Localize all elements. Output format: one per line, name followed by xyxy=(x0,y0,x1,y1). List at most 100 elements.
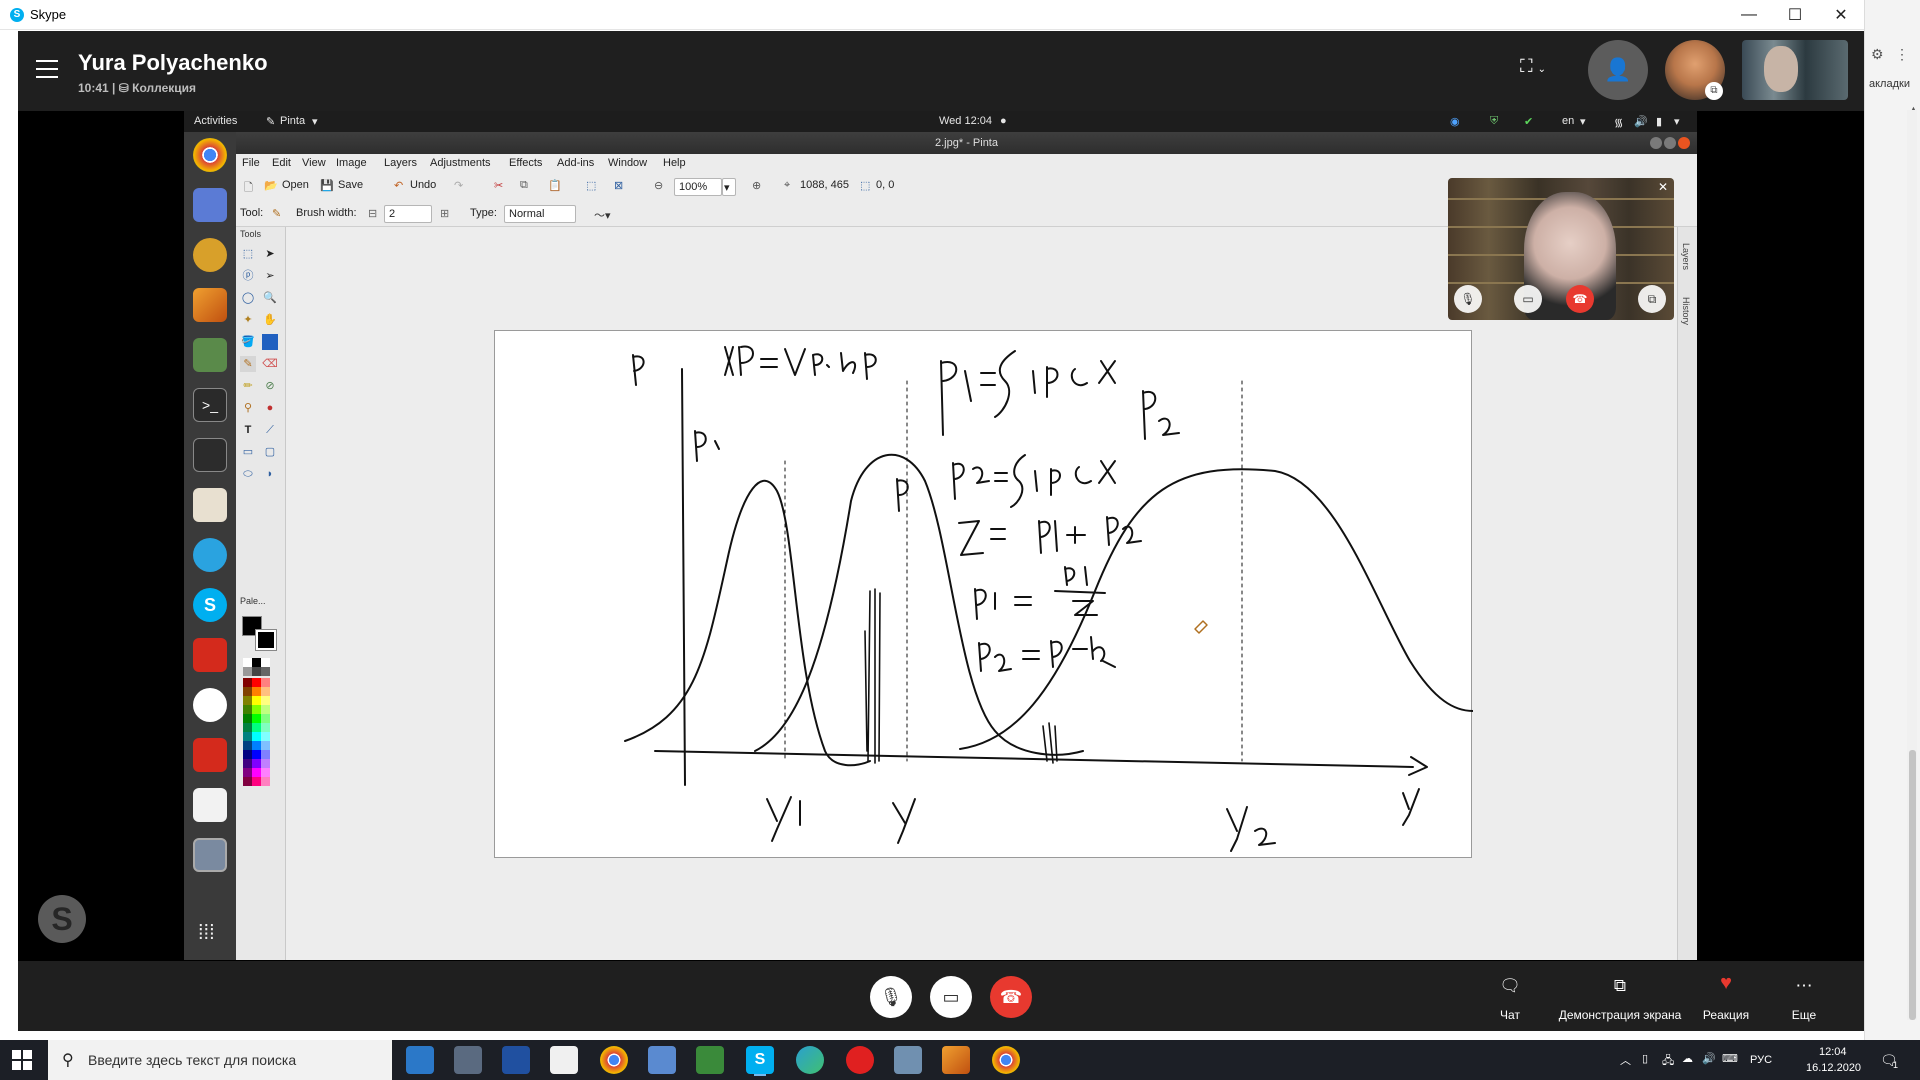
taskbar-skype-icon[interactable]: S xyxy=(746,1046,774,1074)
rounded-rectangle-tool-icon[interactable]: ▢ xyxy=(262,444,278,460)
menu-effects[interactable]: Effects xyxy=(509,157,542,169)
wolfram-icon[interactable] xyxy=(193,638,227,672)
network-icon[interactable]: 🖧 xyxy=(1662,1052,1674,1071)
activities-button[interactable]: Activities xyxy=(194,115,237,127)
minimize-button[interactable]: — xyxy=(1726,0,1772,30)
move-selected-tool-icon[interactable]: ➤ xyxy=(262,246,278,262)
screen-share-button[interactable]: Демонстрация экрана xyxy=(1550,1008,1690,1022)
tray-app-icon[interactable]: ▯ xyxy=(1642,1052,1648,1065)
taskbar-app-icon[interactable] xyxy=(454,1046,482,1074)
redo-icon[interactable]: ↷ xyxy=(454,179,463,192)
input-language[interactable]: РУС xyxy=(1750,1054,1772,1066)
taskbar-app-icon[interactable] xyxy=(894,1046,922,1074)
maxima-icon[interactable] xyxy=(193,338,227,372)
pinta-close-button[interactable] xyxy=(1678,137,1690,149)
add-participant-button[interactable]: 👤 xyxy=(1588,40,1648,100)
taskbar-chrome-icon[interactable] xyxy=(992,1046,1020,1074)
line-curve-tool-icon[interactable]: ⟋ xyxy=(262,422,278,438)
files-icon[interactable] xyxy=(193,488,227,522)
recolor-tool-icon[interactable]: ● xyxy=(262,400,278,416)
taskbar-chrome-icon[interactable] xyxy=(600,1046,628,1074)
ellipse-tool-icon[interactable]: ⬭ xyxy=(240,466,256,482)
hangup-button[interactable]: ☎ xyxy=(990,976,1032,1018)
undo-button[interactable]: Undo xyxy=(410,179,436,191)
palette-grid[interactable] xyxy=(240,598,282,848)
new-file-icon[interactable]: 🗋 xyxy=(244,179,253,198)
menu-adjustments[interactable]: Adjustments xyxy=(430,157,491,169)
brush-width-input[interactable]: 2 xyxy=(384,205,432,223)
taskbar-app-icon[interactable] xyxy=(648,1046,676,1074)
terminal-icon[interactable]: >_ xyxy=(193,388,227,422)
rectangle-tool-icon[interactable]: ▭ xyxy=(240,444,256,460)
taskbar-opera-icon[interactable] xyxy=(846,1046,874,1074)
copy-icon[interactable]: ⧉ xyxy=(520,179,528,192)
magic-wand-tool-icon[interactable]: ✦ xyxy=(240,312,256,328)
search-input[interactable]: Введите здесь текст для поиска xyxy=(88,1052,296,1068)
zoom-out-icon[interactable]: ⊖ xyxy=(654,179,663,192)
taskbar-document-icon[interactable] xyxy=(550,1046,578,1074)
move-selection-tool-icon[interactable]: ➢ xyxy=(262,268,278,284)
menu-addins[interactable]: Add-ins xyxy=(557,157,594,169)
volume-icon[interactable]: 🔊 xyxy=(1702,1052,1716,1065)
bookmarks-label[interactable]: акладки xyxy=(1869,78,1910,90)
drawing-canvas[interactable] xyxy=(494,330,1474,858)
close-button[interactable]: ✕ xyxy=(1818,0,1864,30)
matlab-icon[interactable] xyxy=(193,288,227,322)
collection-label[interactable]: Коллекция xyxy=(132,81,196,95)
cut-icon[interactable]: ✂ xyxy=(494,179,503,192)
slack-icon[interactable] xyxy=(193,688,227,722)
taskbar-app-icon[interactable] xyxy=(696,1046,724,1074)
participant-video-thumbnail[interactable] xyxy=(1742,40,1848,100)
windows-start-icon[interactable] xyxy=(12,1050,32,1070)
pencil-tool-icon[interactable]: ✏ xyxy=(240,378,256,394)
zoom-tool-icon[interactable]: 🔍 xyxy=(262,290,278,306)
zoom-dropdown-icon[interactable]: ▾ xyxy=(722,178,736,196)
browser-extension-icon[interactable]: ⚙ xyxy=(1871,46,1884,63)
rect-select-tool-icon[interactable]: ⬚ xyxy=(240,246,256,262)
preview-video-button[interactable]: ▭ xyxy=(1514,285,1542,313)
screen-layout-button[interactable]: ⛶ ⌄ xyxy=(1520,56,1560,86)
decrease-brush-icon[interactable]: ⊟ xyxy=(368,207,377,220)
paste-icon[interactable]: 📋 xyxy=(548,179,562,192)
menu-layers[interactable]: Layers xyxy=(384,157,417,169)
language-indicator[interactable]: en xyxy=(1562,115,1574,127)
screenshot-app-icon[interactable] xyxy=(193,188,227,222)
chat-icon[interactable]: 🗨 xyxy=(1496,976,1524,996)
menu-view[interactable]: View xyxy=(302,157,326,169)
tray-overflow-icon[interactable]: ︿ xyxy=(1620,1052,1631,1068)
ellipse-select-tool-icon[interactable]: ◯ xyxy=(240,290,256,306)
telegram-icon[interactable] xyxy=(193,538,227,572)
check-tray-icon[interactable]: ✔ xyxy=(1524,115,1533,128)
clock[interactable]: Wed 12:04 xyxy=(939,115,992,127)
shield-tray-icon[interactable]: ⛨ xyxy=(1490,115,1498,128)
chat-button[interactable]: Чат xyxy=(1480,1008,1540,1022)
type-select[interactable]: Normal xyxy=(504,205,576,223)
freeform-shape-tool-icon[interactable]: ◗ xyxy=(262,466,278,482)
zoom-select[interactable]: 100% xyxy=(674,178,722,196)
history-tab[interactable]: History xyxy=(1681,297,1691,325)
menu-window[interactable]: Window xyxy=(608,157,647,169)
save-button[interactable]: Save xyxy=(338,179,363,191)
color-picker-tool-icon[interactable]: ⊘ xyxy=(262,378,278,394)
keyboard-icon[interactable]: ⌨ xyxy=(1722,1052,1738,1065)
maximize-button[interactable]: ☐ xyxy=(1772,0,1818,30)
onedrive-icon[interactable]: ☁ xyxy=(1682,1052,1693,1065)
more-button[interactable]: Еще xyxy=(1774,1008,1834,1022)
teapot-app-icon[interactable] xyxy=(193,238,227,272)
taskbar-save-app-icon[interactable] xyxy=(502,1046,530,1074)
menu-image[interactable]: Image xyxy=(336,157,367,169)
menu-help[interactable]: Help xyxy=(663,157,686,169)
preview-hangup-button[interactable]: ☎ xyxy=(1566,285,1594,313)
eraser-tool-icon[interactable]: ⌫ xyxy=(262,356,278,372)
reaction-button[interactable]: Реакция xyxy=(1696,1008,1756,1022)
pinta-maximize-button[interactable] xyxy=(1664,137,1676,149)
close-preview-icon[interactable]: ✕ xyxy=(1658,180,1668,194)
preview-popout-button[interactable]: ⧉ xyxy=(1638,285,1666,313)
lasso-tool-icon[interactable]: ⓟ xyxy=(240,268,256,284)
heart-icon[interactable]: ♥ xyxy=(1712,972,1740,995)
pan-tool-icon[interactable]: ✋ xyxy=(262,312,278,328)
preview-mic-button[interactable]: 🎙 xyxy=(1454,285,1482,313)
participant-avatar[interactable]: ⧉ xyxy=(1665,40,1725,100)
pinta-dock-icon[interactable] xyxy=(193,838,227,872)
taskbar-matlab-icon[interactable] xyxy=(942,1046,970,1074)
